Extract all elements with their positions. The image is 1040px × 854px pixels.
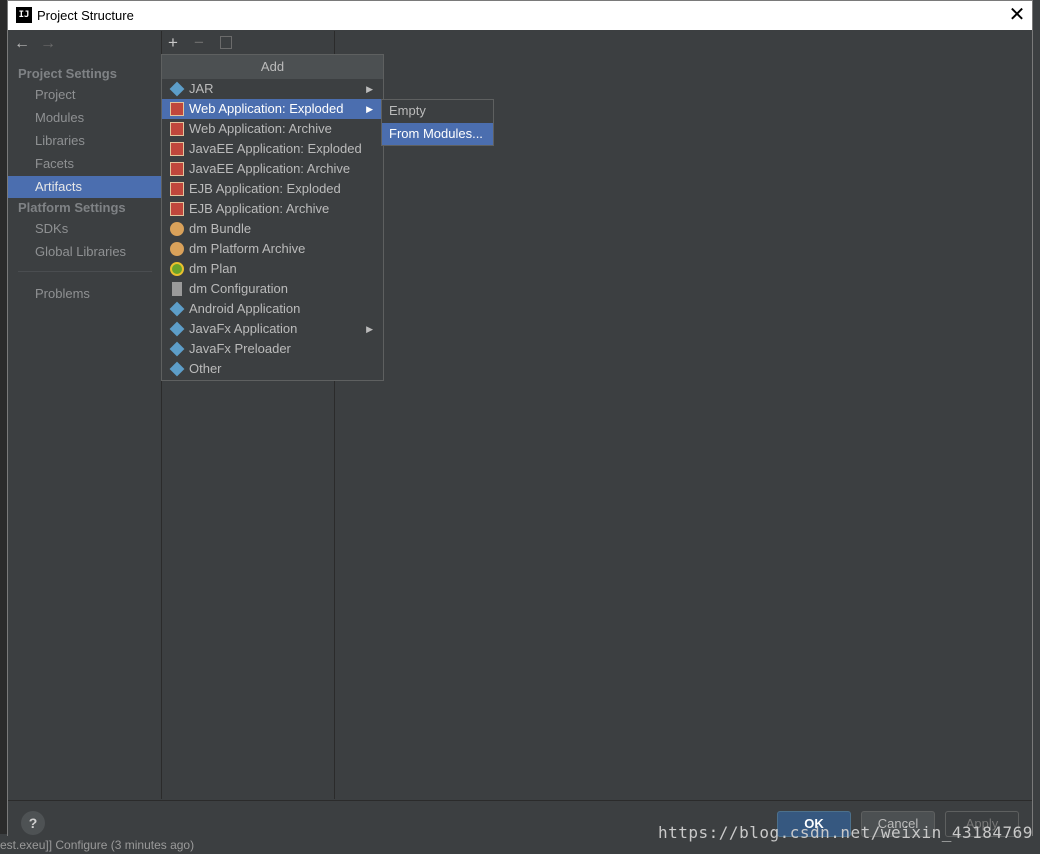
android-icon: [169, 301, 185, 317]
menu-item-label: JavaEE Application: Exploded: [189, 141, 362, 156]
menu-item-web-app-archive[interactable]: Web Application: Archive: [162, 119, 383, 139]
dm-platform-icon: [170, 242, 184, 256]
menu-item-label: EJB Application: Archive: [189, 201, 330, 216]
menu-item-label: dm Bundle: [189, 221, 252, 236]
window-title: Project Structure: [37, 8, 134, 23]
menu-item-label: dm Platform Archive: [189, 241, 306, 256]
other-icon: [169, 361, 185, 377]
javafx-icon: [169, 321, 185, 337]
menu-item-label: JavaFx Application: [189, 321, 298, 336]
menu-item-label: JavaFx Preloader: [189, 341, 291, 356]
sidebar-item-artifacts[interactable]: Artifacts: [8, 176, 161, 198]
sidebar-item-problems[interactable]: Problems: [8, 283, 161, 305]
javafx-icon: [169, 341, 185, 357]
platform-settings-header: Platform Settings: [18, 200, 126, 215]
menu-item-ejb-archive[interactable]: EJB Application: Archive: [162, 199, 383, 219]
javaee-icon: [170, 142, 184, 156]
sidebar-divider: [18, 271, 152, 272]
web-app-icon: [170, 102, 184, 116]
submenu-item-from-modules[interactable]: From Modules...: [382, 123, 493, 145]
remove-icon[interactable]: −: [194, 33, 204, 53]
menu-item-label: Web Application: Exploded: [189, 101, 344, 116]
artifact-details-panel: [336, 31, 1032, 799]
forward-arrow-icon[interactable]: →: [40, 35, 56, 53]
web-app-icon: [170, 122, 184, 136]
ejb-icon: [170, 182, 184, 196]
menu-item-dm-bundle[interactable]: dm Bundle: [162, 219, 383, 239]
dm-plan-icon: [170, 262, 184, 276]
ide-status-line: est.exeu]] Configure (3 minutes ago): [0, 838, 195, 852]
menu-item-dm-platform-archive[interactable]: dm Platform Archive: [162, 239, 383, 259]
sidebar-item-modules[interactable]: Modules: [8, 107, 161, 129]
menu-item-javafx-preloader[interactable]: JavaFx Preloader: [162, 339, 383, 359]
menu-item-other[interactable]: Other: [162, 359, 383, 379]
help-button[interactable]: ?: [21, 811, 45, 835]
back-arrow-icon[interactable]: ←: [14, 35, 30, 53]
menu-item-javaee-exploded[interactable]: JavaEE Application: Exploded: [162, 139, 383, 159]
menu-item-javaee-archive[interactable]: JavaEE Application: Archive: [162, 159, 383, 179]
submenu-arrow-icon: ▶: [366, 84, 373, 94]
sidebar-item-libraries[interactable]: Libraries: [8, 130, 161, 152]
javaee-icon: [170, 162, 184, 176]
project-settings-header: Project Settings: [18, 66, 117, 81]
submenu-arrow-icon: ▶: [366, 104, 373, 114]
menu-item-label: JavaEE Application: Archive: [189, 161, 351, 176]
add-icon[interactable]: +: [168, 33, 178, 53]
menu-item-label: Other: [189, 361, 222, 376]
title-bar: [8, 1, 1032, 30]
menu-item-jar[interactable]: JAR ▶: [162, 79, 383, 99]
menu-item-android-application[interactable]: Android Application: [162, 299, 383, 319]
menu-item-label: dm Plan: [189, 261, 237, 276]
menu-item-label: Android Application: [189, 301, 301, 316]
menu-item-javafx-application[interactable]: JavaFx Application ▶: [162, 319, 383, 339]
menu-item-label: Web Application: Archive: [189, 121, 332, 136]
submenu-arrow-icon: ▶: [366, 324, 373, 334]
sidebar-item-project[interactable]: Project: [8, 84, 161, 106]
submenu-item-empty[interactable]: Empty: [382, 100, 493, 122]
ejb-icon: [170, 202, 184, 216]
dm-bundle-icon: [170, 222, 184, 236]
watermark-text: https://blog.csdn.net/weixin_43184769: [658, 823, 1033, 842]
menu-item-dm-configuration[interactable]: dm Configuration: [162, 279, 383, 299]
sidebar-item-sdks[interactable]: SDKs: [8, 218, 161, 240]
popup-title: Add: [162, 55, 383, 79]
menu-item-web-app-exploded[interactable]: Web Application: Exploded ▶: [162, 99, 383, 119]
menu-item-label: dm Configuration: [189, 281, 288, 296]
menu-item-label: EJB Application: Exploded: [189, 181, 341, 196]
menu-item-dm-plan[interactable]: dm Plan: [162, 259, 383, 279]
sidebar-item-global-libraries[interactable]: Global Libraries: [8, 241, 161, 263]
jar-icon: [169, 81, 185, 97]
dm-config-icon: [172, 282, 182, 296]
menu-item-ejb-exploded[interactable]: EJB Application: Exploded: [162, 179, 383, 199]
copy-icon[interactable]: [220, 36, 232, 49]
sidebar-item-facets[interactable]: Facets: [8, 153, 161, 175]
menu-item-label: JAR: [189, 81, 214, 96]
close-icon[interactable]: ✕: [1004, 3, 1030, 27]
intellij-app-icon: IJ: [16, 7, 32, 23]
